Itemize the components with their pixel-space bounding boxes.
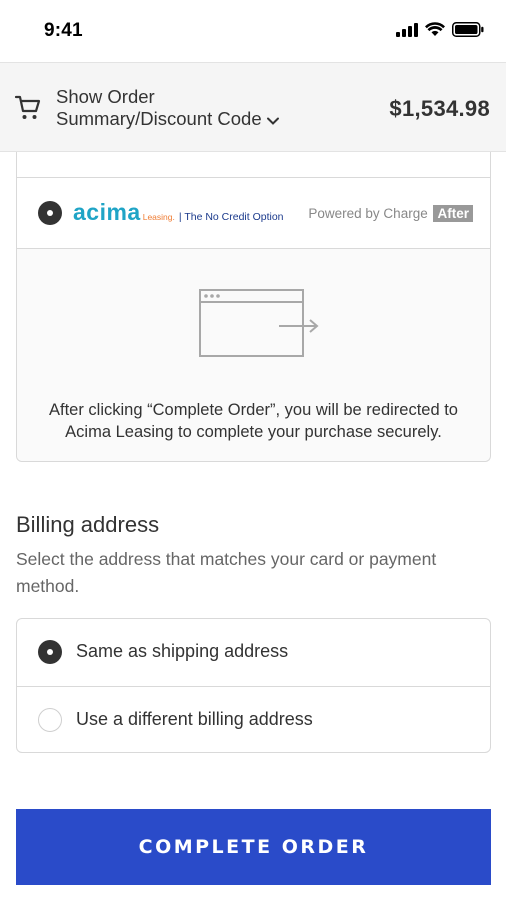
billing-options: Same as shipping address Use a different… — [16, 618, 491, 753]
acima-logo: acima Leasing. | The No Credit Option — [73, 199, 284, 226]
powered-by-text: Powered by Charge — [308, 206, 428, 221]
status-time: 9:41 — [44, 20, 83, 41]
acima-logo-leasing: Leasing. — [142, 212, 175, 222]
billing-different-radio[interactable] — [38, 708, 62, 732]
redirect-info-panel: After clicking “Complete Order”, you wil… — [17, 249, 490, 461]
wifi-icon — [425, 22, 445, 42]
battery-icon — [452, 22, 484, 42]
chevron-down-icon — [266, 109, 280, 131]
order-summary-bar[interactable]: Show Order Summary/Discount Code $1,534.… — [0, 62, 506, 152]
billing-same-radio[interactable] — [38, 640, 62, 664]
billing-option-same[interactable]: Same as shipping address — [17, 619, 490, 686]
acima-logo-word: acima — [73, 199, 141, 225]
summary-toggle-line2: Summary/Discount Code — [56, 108, 262, 129]
redirect-window-icon — [199, 289, 321, 366]
status-bar: 9:41 — [0, 0, 506, 62]
billing-option-label: Same as shipping address — [76, 641, 289, 661]
billing-subtitle: Select the address that matches your car… — [16, 549, 437, 596]
complete-order-button[interactable]: COMPLETE ORDER — [16, 809, 491, 885]
billing-title: Billing address — [16, 512, 160, 537]
chargeafter-badge: After — [433, 205, 473, 222]
payment-option-acima[interactable]: acima Leasing. | The No Credit Option Powe… — [17, 177, 490, 249]
powered-by-chargeafter: Powered by Charge After — [308, 205, 473, 222]
acima-radio[interactable] — [38, 201, 62, 225]
payment-method-box: acima Leasing. | The No Credit Option Powe… — [16, 152, 491, 462]
signal-icon — [396, 22, 418, 42]
redirect-message: After clicking “Complete Order”, you wil… — [49, 401, 458, 441]
status-icons — [396, 22, 484, 42]
cart-icon — [14, 93, 42, 126]
summary-toggle-line1: Show Order — [56, 86, 155, 107]
order-summary-toggle[interactable]: Show Order Summary/Discount Code — [56, 86, 280, 131]
billing-option-label: Use a different billing address — [76, 709, 313, 729]
billing-option-different[interactable]: Use a different billing address — [17, 686, 490, 753]
acima-logo-tagline: | The No Credit Option — [178, 211, 284, 223]
order-total: $1,534.98 — [389, 96, 490, 121]
